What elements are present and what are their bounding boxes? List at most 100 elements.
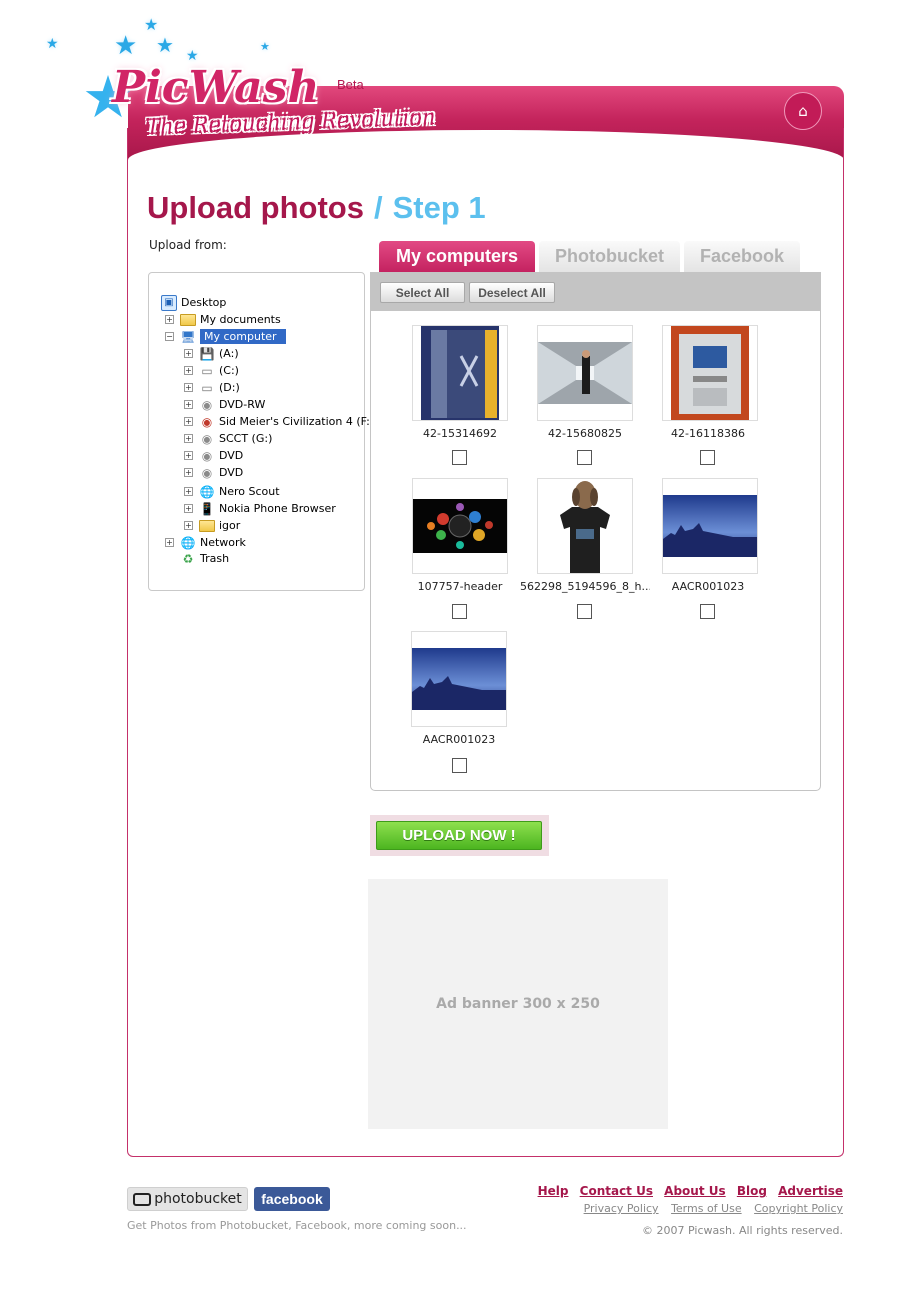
tree-item-igor[interactable]: + igor xyxy=(184,517,240,534)
expand-icon[interactable]: + xyxy=(184,521,193,530)
photo-checkbox[interactable] xyxy=(700,604,715,619)
home-icon: ⌂ xyxy=(798,102,808,120)
copyright-policy-link[interactable]: Copyright Policy xyxy=(754,1202,843,1215)
tree-item-dvd-2[interactable]: + ◉ DVD xyxy=(184,464,243,481)
photo-thumbnail-atm[interactable] xyxy=(662,325,758,421)
tree-item-label: Network xyxy=(200,536,246,549)
photo-thumbnail-vault[interactable] xyxy=(412,325,508,421)
tree-item-drive-d[interactable]: + ▭ (D:) xyxy=(184,379,240,396)
vault-image xyxy=(421,326,499,420)
star-icon: ★ xyxy=(144,15,159,34)
advertise-link[interactable]: Advertise xyxy=(778,1184,843,1198)
footer-legal-links: Privacy Policy Terms of Use Copyright Po… xyxy=(575,1202,843,1215)
home-button[interactable]: ⌂ xyxy=(784,92,822,130)
star-icon: ★ xyxy=(46,36,59,52)
photo-checkbox[interactable] xyxy=(452,450,467,465)
tree-item-label: My documents xyxy=(200,313,281,326)
folder-icon xyxy=(180,313,196,326)
tab-facebook[interactable]: Facebook xyxy=(684,241,800,272)
expand-icon[interactable]: + xyxy=(184,468,193,477)
tree-item-label: DVD xyxy=(219,449,244,462)
expand-icon[interactable]: + xyxy=(184,366,193,375)
phone-browser-icon: 📱 xyxy=(199,501,215,516)
hard-drive-icon: ▭ xyxy=(201,363,213,378)
tree-item-dvd-rw[interactable]: + ◉ DVD-RW xyxy=(184,396,265,413)
expand-icon[interactable]: + xyxy=(184,400,193,409)
photo-caption: 107757-header xyxy=(417,580,503,593)
privacy-policy-link[interactable]: Privacy Policy xyxy=(584,1202,659,1215)
collapse-icon[interactable]: − xyxy=(165,332,174,341)
recycle-bin-icon: ♻ xyxy=(182,551,194,566)
photobucket-logo[interactable]: photobucket xyxy=(127,1187,248,1211)
upload-now-button[interactable]: UPLOAD NOW ! xyxy=(376,821,542,850)
tree-item-dvd-1[interactable]: + ◉ DVD xyxy=(184,447,243,464)
star-icon: ★ xyxy=(156,33,174,57)
star-icon: ★ xyxy=(114,31,138,61)
computer-icon: 🖥 xyxy=(180,329,196,344)
help-link[interactable]: Help xyxy=(538,1184,569,1198)
tree-item-label: Desktop xyxy=(181,296,227,309)
expand-icon[interactable]: + xyxy=(184,451,193,460)
tree-item-label: (D:) xyxy=(219,381,240,394)
skyline-image xyxy=(412,648,506,710)
photo-checkbox[interactable] xyxy=(452,604,467,619)
tree-item-trash[interactable]: ♻ Trash xyxy=(165,550,229,567)
expand-icon[interactable]: + xyxy=(184,383,193,392)
cd-drive-icon: ◉ xyxy=(201,448,213,463)
about-us-link[interactable]: About Us xyxy=(664,1184,725,1198)
tree-item-label: Sid Meier's Civilization 4 (F:) xyxy=(219,415,375,428)
contact-us-link[interactable]: Contact Us xyxy=(580,1184,653,1198)
tree-item-my-documents[interactable]: + My documents xyxy=(165,311,281,328)
tree-item-drive-c[interactable]: + ▭ (C:) xyxy=(184,362,239,379)
tree-item-label: igor xyxy=(219,519,241,532)
tree-item-nero-scout[interactable]: + 🌐 Nero Scout xyxy=(184,483,280,500)
blog-link[interactable]: Blog xyxy=(737,1184,767,1198)
tree-item-desktop[interactable]: ▣ Desktop xyxy=(161,294,226,311)
floppy-icon: 💾 xyxy=(199,346,215,361)
expand-icon[interactable]: + xyxy=(165,538,174,547)
step-label: Step 1 xyxy=(392,190,486,225)
logo-wordmark[interactable]: PicWash xyxy=(112,62,319,113)
deselect-all-button[interactable]: Deselect All xyxy=(469,282,555,303)
photo-checkbox[interactable] xyxy=(577,450,592,465)
hard-drive-icon: ▭ xyxy=(201,380,213,395)
terms-of-use-link[interactable]: Terms of Use xyxy=(671,1202,742,1215)
facebook-logo[interactable]: facebook xyxy=(254,1187,330,1211)
folder-icon xyxy=(199,519,215,532)
select-all-button[interactable]: Select All xyxy=(380,282,465,303)
expand-icon[interactable]: + xyxy=(184,487,193,496)
photo-checkbox[interactable] xyxy=(577,604,592,619)
expand-icon[interactable]: + xyxy=(184,417,193,426)
expand-icon[interactable]: + xyxy=(165,315,174,324)
expand-icon[interactable]: + xyxy=(184,504,193,513)
ea-header-image xyxy=(413,499,507,553)
photo-checkbox[interactable] xyxy=(452,758,467,773)
expand-icon[interactable]: + xyxy=(184,349,193,358)
globe-search-icon: 🌐 xyxy=(199,484,215,499)
photo-thumbnail-skyline-2[interactable] xyxy=(411,631,507,727)
tree-item-scct[interactable]: + ◉ SCCT (G:) xyxy=(184,430,272,447)
expand-icon[interactable]: + xyxy=(184,434,193,443)
tree-item-nokia[interactable]: + 📱 Nokia Phone Browser xyxy=(184,500,336,517)
upload-from-label: Upload from: xyxy=(149,238,227,252)
photo-thumbnail-corridor[interactable] xyxy=(537,325,633,421)
tree-item-my-computer[interactable]: − 🖥 My computer xyxy=(165,328,286,345)
photo-caption: 562298_5194596_8_h... xyxy=(520,580,650,593)
photo-thumbnail-ea-header[interactable] xyxy=(412,478,508,574)
network-icon: 🌐 xyxy=(180,535,196,550)
tree-item-network[interactable]: + 🌐 Network xyxy=(165,534,246,551)
game-disc-icon: ◉ xyxy=(201,414,213,429)
photo-thumbnail-dog-shirt[interactable] xyxy=(537,478,633,574)
photo-thumbnail-skyline-1[interactable] xyxy=(662,478,758,574)
tab-photobucket[interactable]: Photobucket xyxy=(539,241,680,272)
copyright-text: © 2007 Picwash. All rights reserved. xyxy=(642,1224,843,1237)
panel-toolbar: Select All Deselect All xyxy=(371,273,820,311)
tab-my-computers[interactable]: My computers xyxy=(379,241,535,272)
tree-item-drive-a[interactable]: + 💾 (A:) xyxy=(184,345,239,362)
photo-checkbox[interactable] xyxy=(700,450,715,465)
tree-item-civ4[interactable]: + ◉ Sid Meier's Civilization 4 (F:) xyxy=(184,413,374,430)
ad-banner[interactable]: Ad banner 300 x 250 xyxy=(368,879,668,1129)
star-icon: ★ xyxy=(186,48,199,64)
footer-note: Get Photos from Photobucket, Facebook, m… xyxy=(127,1219,467,1232)
